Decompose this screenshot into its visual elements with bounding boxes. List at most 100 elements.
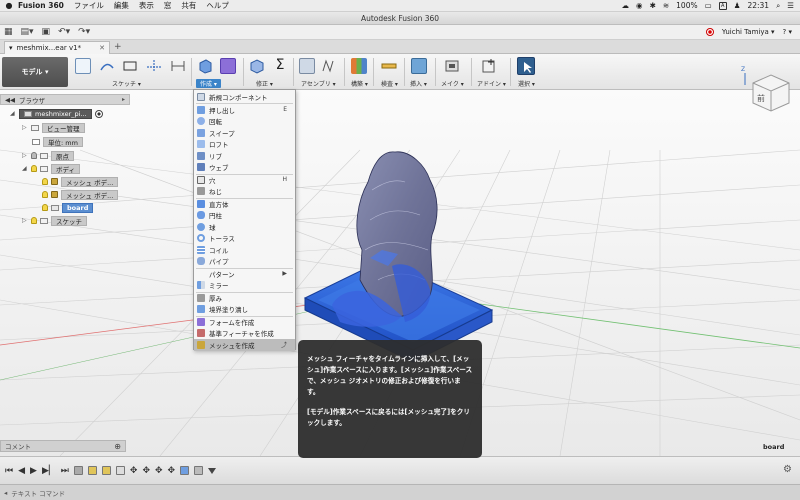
timeline-feature-icon[interactable] bbox=[194, 466, 204, 475]
menu-thicken[interactable]: 厚み bbox=[194, 292, 295, 304]
modify-group-label[interactable]: 修正 ▾ bbox=[256, 79, 273, 88]
menu-sphere[interactable]: 球 bbox=[194, 221, 295, 233]
expand-arrow-icon[interactable]: ▷ bbox=[22, 152, 28, 159]
visibility-bulb-icon[interactable] bbox=[31, 152, 37, 159]
go-to-end-icon[interactable]: ⏭ bbox=[61, 466, 69, 476]
menu-new-component[interactable]: 新規コンポーネント bbox=[194, 91, 295, 103]
expand-arrow-icon[interactable]: ◢ bbox=[10, 110, 16, 117]
help-menu[interactable]: ? ▾ bbox=[783, 28, 792, 36]
timeline-move-icon[interactable]: ✥ bbox=[155, 466, 163, 476]
timeline-settings-icon[interactable]: ⚙ bbox=[783, 464, 792, 475]
menu-share[interactable]: 共有 bbox=[181, 0, 196, 11]
menu-hole[interactable]: 穴H bbox=[194, 174, 295, 186]
tree-node-mesh-body-1[interactable]: メッシュ ボデ... bbox=[42, 176, 119, 187]
joint-icon[interactable] bbox=[320, 58, 336, 74]
menu-boundary-fill[interactable]: 境界塗り潰し bbox=[194, 304, 295, 316]
menu-edit[interactable]: 編集 bbox=[114, 0, 129, 11]
menu-mirror[interactable]: ミラー bbox=[194, 280, 295, 292]
menu-window[interactable]: 窓 bbox=[164, 0, 172, 11]
tree-node-mesh-body-2[interactable]: メッシュ ボデ... bbox=[42, 189, 119, 200]
browser-header[interactable]: ◀◀ ブラウザ ▸ bbox=[0, 94, 130, 105]
tree-node-view-mgmt[interactable]: ▷ ビュー管理 bbox=[22, 122, 85, 133]
insert-image-icon[interactable] bbox=[411, 58, 427, 74]
workspace-switcher[interactable]: モデル ▾ bbox=[2, 57, 68, 87]
menu-thread[interactable]: ねじ bbox=[194, 186, 295, 198]
extrude-icon[interactable] bbox=[197, 58, 213, 74]
root-component[interactable]: meshmixer_pi... bbox=[19, 108, 92, 119]
redo-icon[interactable]: ↷▾ bbox=[78, 27, 90, 37]
clock[interactable]: 22:31 bbox=[747, 1, 769, 10]
timeline-feature-icon[interactable] bbox=[180, 466, 190, 475]
step-forward-icon[interactable]: ▶▏ bbox=[42, 466, 56, 476]
new-component-icon[interactable] bbox=[299, 58, 315, 74]
menu-pattern[interactable]: パターン ▶ bbox=[194, 268, 295, 280]
user-icon[interactable]: ♟ bbox=[734, 1, 741, 10]
select-group-label[interactable]: 選択 ▾ bbox=[518, 79, 535, 88]
select-icon[interactable] bbox=[517, 57, 535, 75]
menu-web[interactable]: ウェブ bbox=[194, 162, 295, 174]
expand-icon[interactable]: ◂ bbox=[4, 489, 7, 497]
create-sketch-icon[interactable] bbox=[75, 58, 91, 74]
rectangle-icon[interactable] bbox=[122, 58, 138, 74]
record-icon[interactable]: ◉ bbox=[636, 1, 643, 10]
grid-menu-icon[interactable]: ▦ bbox=[4, 27, 13, 37]
menu-box[interactable]: 直方体 bbox=[194, 198, 295, 210]
save-icon[interactable]: ▣ bbox=[42, 27, 51, 37]
input-source-icon[interactable]: A bbox=[718, 1, 727, 10]
measure-icon[interactable] bbox=[381, 58, 397, 74]
timeline-feature-icon[interactable] bbox=[115, 466, 125, 475]
timeline-feature-icon[interactable] bbox=[73, 466, 83, 475]
add-comment-icon[interactable]: ⊕ bbox=[114, 442, 121, 451]
menu-extrude[interactable]: 押し出し E bbox=[194, 104, 295, 116]
create-group-label[interactable]: 作成 ▾ bbox=[196, 79, 221, 88]
visibility-bulb-icon[interactable] bbox=[42, 204, 48, 211]
menu-create-mesh[interactable]: メッシュを作成 ⤴ bbox=[194, 339, 295, 351]
expand-arrow-icon[interactable]: ▷ bbox=[22, 124, 28, 131]
text-command-bar[interactable]: ◂ テキスト コマンド bbox=[0, 484, 800, 500]
new-tab-icon[interactable]: + bbox=[114, 42, 122, 52]
addins-group-label[interactable]: アドイン ▾ bbox=[477, 79, 506, 88]
tree-root[interactable]: ◢ meshmixer_pi... bbox=[10, 108, 103, 119]
menu-sweep[interactable]: スイープ bbox=[194, 127, 295, 139]
notification-center-icon[interactable]: ☰ bbox=[787, 1, 794, 10]
cloud-icon[interactable]: ☁ bbox=[622, 1, 630, 10]
insert-group-label[interactable]: 挿入 ▾ bbox=[410, 79, 427, 88]
dimension-icon[interactable] bbox=[170, 58, 186, 74]
tree-node-units[interactable]: 単位: mm bbox=[32, 136, 83, 147]
user-account-menu[interactable]: Yuichi Tamiya ▾ bbox=[722, 28, 775, 36]
assemble-group-label[interactable]: アセンブリ ▾ bbox=[301, 79, 336, 88]
menu-view[interactable]: 表示 bbox=[139, 0, 154, 11]
file-menu-icon[interactable]: ▤▾ bbox=[21, 27, 34, 37]
inspect-group-label[interactable]: 検査 ▾ bbox=[381, 79, 398, 88]
timeline-move-icon[interactable]: ✥ bbox=[168, 466, 176, 476]
menu-cylinder[interactable]: 円柱 bbox=[194, 210, 295, 222]
menu-file[interactable]: ファイル bbox=[74, 0, 104, 11]
document-tab[interactable]: ▾ meshmix...ear v1* ✕ bbox=[4, 41, 110, 54]
3d-print-icon[interactable] bbox=[444, 58, 460, 74]
timeline-feature-icon[interactable] bbox=[101, 466, 111, 475]
tree-node-board[interactable]: board bbox=[42, 202, 94, 213]
view-cube[interactable]: 前 Z bbox=[735, 65, 795, 125]
visibility-bulb-icon[interactable] bbox=[31, 217, 37, 224]
menu-revolve[interactable]: 回転 bbox=[194, 116, 295, 128]
press-pull-icon[interactable] bbox=[249, 58, 265, 74]
bluetooth-icon[interactable]: ✱ bbox=[650, 1, 656, 10]
expand-arrow-icon[interactable]: ◢ bbox=[22, 165, 28, 172]
spotlight-icon[interactable]: ⌕ bbox=[776, 1, 780, 11]
job-status-icon[interactable] bbox=[705, 28, 714, 36]
menu-coil[interactable]: コイル bbox=[194, 244, 295, 256]
tree-node-sketches[interactable]: ▷ スケッチ bbox=[22, 215, 87, 226]
sum-icon[interactable]: Σ bbox=[272, 58, 288, 74]
sketch-group-label[interactable]: スケッチ ▾ bbox=[112, 79, 141, 88]
visibility-bulb-icon[interactable] bbox=[31, 165, 37, 172]
timeline-move-icon[interactable]: ✥ bbox=[130, 466, 138, 476]
close-tab-icon[interactable]: ✕ bbox=[99, 44, 105, 52]
trim-icon[interactable] bbox=[146, 58, 162, 74]
comments-panel[interactable]: コメント ⊕ bbox=[0, 440, 126, 452]
visibility-bulb-icon[interactable] bbox=[42, 191, 48, 198]
form-icon[interactable] bbox=[220, 58, 236, 74]
menu-rib[interactable]: リブ bbox=[194, 150, 295, 162]
undo-icon[interactable]: ↶▾ bbox=[58, 27, 70, 37]
battery-icon[interactable]: ▭ bbox=[705, 1, 712, 10]
line-icon[interactable] bbox=[99, 58, 115, 74]
